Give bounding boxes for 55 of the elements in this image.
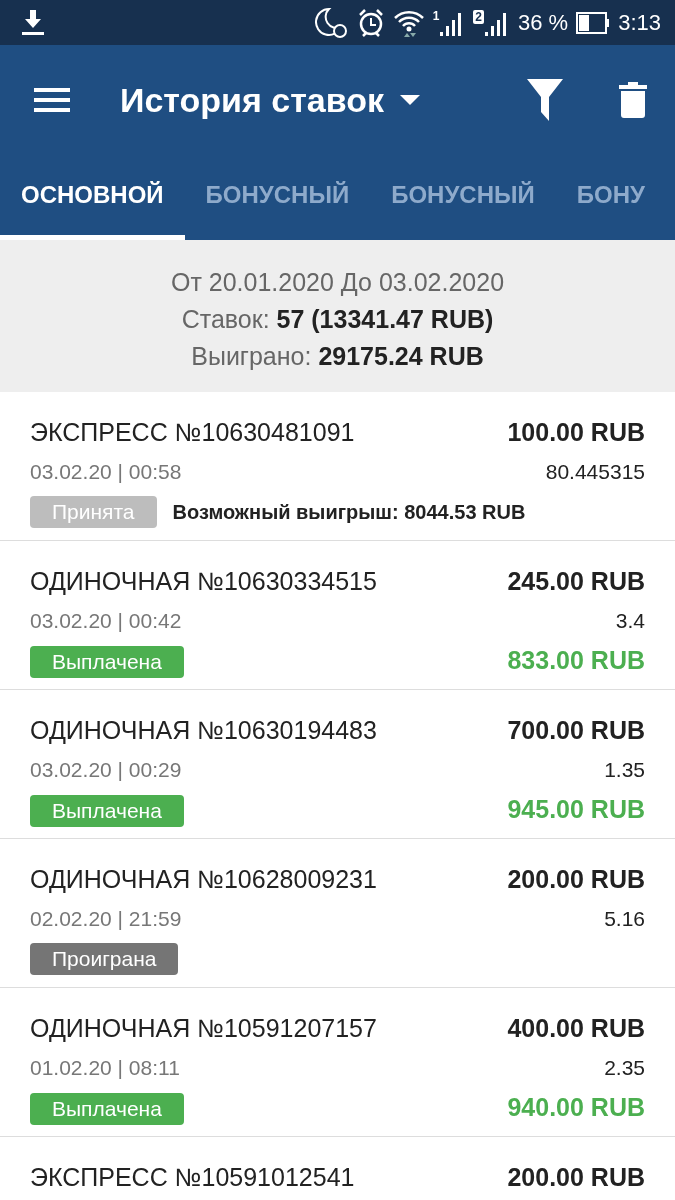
bet-amount: 100.00 RUB [507, 417, 645, 448]
status-label: Принята [30, 496, 157, 528]
status-label: Проиграна [30, 943, 179, 975]
bet-title: ОДИНОЧНАЯ №10630194483 [30, 715, 377, 746]
tab[interactable]: БОНУСНЫЙ [370, 155, 556, 240]
bets-count: Ставок: 57 (13341.47 RUB) [180, 304, 495, 335]
bet-row[interactable]: ЭКСПРЕСС №10591012541 200.00 RUB [0, 1137, 675, 1200]
filter-icon[interactable] [527, 79, 563, 121]
menu-icon[interactable] [34, 87, 70, 113]
bet-row[interactable]: ОДИНОЧНАЯ №10630334515 245.00 RUB 03.02.20 | 00:42 3.4 Выплачена 833.00 RUB [0, 541, 675, 690]
sim-number: 1 [432, 9, 440, 22]
status-label: Выплачена [30, 646, 184, 679]
bet-amount: 245.00 RUB [507, 566, 645, 597]
dropdown-caret-icon[interactable] [400, 95, 420, 105]
date-range: От 20.01.2020 До 03.02.2020 [169, 267, 506, 298]
screen-title[interactable]: История ставок [120, 74, 384, 126]
bet-amount: 700.00 RUB [507, 715, 645, 746]
payout-amount: 945.00 RUB [507, 794, 645, 825]
bet-datetime: 03.02.20 | 00:58 [30, 458, 182, 485]
bet-datetime: 01.02.20 | 08:11 [30, 1054, 180, 1081]
battery-percent: 36 % [518, 9, 569, 37]
bet-amount: 200.00 RUB [507, 864, 645, 895]
tab[interactable]: БОНУ [555, 155, 666, 240]
download-icon [22, 9, 44, 36]
payout-amount: 940.00 RUB [507, 1092, 645, 1123]
bet-row[interactable]: ОДИНОЧНАЯ №10628009231 200.00 RUB 02.02.20 | 21:59 5.16 Проиграна [0, 839, 675, 988]
bet-title: ОДИНОЧНАЯ №10628009231 [30, 864, 377, 895]
bet-odds: 3.4 [615, 607, 645, 634]
sim-number: 2 [473, 9, 484, 24]
trash-icon[interactable] [619, 82, 647, 118]
status-label: Выплачена [30, 795, 184, 828]
clock-time: 3:13 [618, 9, 661, 37]
bet-amount: 400.00 RUB [507, 1013, 645, 1044]
bet-title: ЭКСПРЕСС №10591012541 [30, 1162, 355, 1193]
bet-odds: 80.445315 [545, 458, 645, 485]
payout-amount: 833.00 RUB [507, 645, 645, 676]
bet-odds: 1.35 [604, 756, 645, 783]
bet-datetime: 03.02.20 | 00:29 [30, 756, 182, 783]
bet-row[interactable]: ЭКСПРЕСС №10630481091 100.00 RUB 03.02.20 | 00:58 80.445315 Принята Возможный выигрыш: 8044.53 RUB [0, 392, 675, 541]
bet-odds: 5.16 [604, 905, 645, 932]
possible-win-text: Возможный выигрыш: 8044.53 RUB [172, 500, 526, 525]
battery-icon [576, 11, 611, 34]
won-total: Выиграно: 29175.24 RUB [190, 341, 485, 372]
bet-odds: 2.35 [604, 1054, 645, 1081]
moon-alarm-icon [314, 6, 349, 39]
bet-title: ОДИНОЧНАЯ №10630334515 [30, 566, 377, 597]
tab[interactable]: БОНУСНЫЙ [184, 155, 371, 240]
bet-title: ЭКСПРЕСС №10630481091 [30, 417, 355, 448]
status-label: Выплачена [30, 1093, 184, 1126]
bet-datetime: 03.02.20 | 00:42 [30, 607, 182, 634]
bet-amount: 200.00 RUB [507, 1162, 645, 1193]
bet-row[interactable]: ОДИНОЧНАЯ №10630194483 700.00 RUB 03.02.20 | 00:29 1.35 Выплачена 945.00 RUB [0, 690, 675, 839]
bet-row[interactable]: ОДИНОЧНАЯ №10591207157 400.00 RUB 01.02.20 | 08:11 2.35 Выплачена 940.00 RUB [0, 988, 675, 1137]
bet-datetime: 02.02.20 | 21:59 [30, 905, 182, 932]
bet-title: ОДИНОЧНАЯ №10591207157 [30, 1013, 377, 1044]
